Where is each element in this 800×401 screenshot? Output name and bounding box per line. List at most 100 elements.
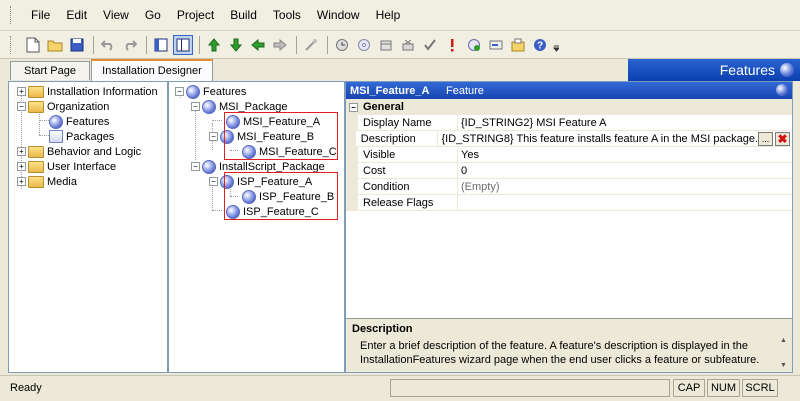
nav-label: Behavior and Logic xyxy=(47,145,142,158)
redo-icon[interactable] xyxy=(120,35,140,55)
wand-icon[interactable] xyxy=(301,35,321,55)
exclamation-icon[interactable] xyxy=(442,35,462,55)
collapse-icon[interactable]: − xyxy=(349,102,358,112)
collapse-icon[interactable]: − xyxy=(191,162,200,171)
nav-organization[interactable]: − Organization xyxy=(17,99,109,114)
nav-installation-information[interactable]: + Installation Information xyxy=(17,84,158,99)
property-value[interactable]: {ID_STRING2} MSI Feature A xyxy=(458,115,792,131)
feature-node-label: InstallScript_Package xyxy=(219,160,325,173)
expand-icon[interactable]: + xyxy=(17,162,26,171)
nav-user-interface[interactable]: + User Interface xyxy=(17,159,116,174)
nav-label: Features xyxy=(66,115,110,128)
svg-text:?: ? xyxy=(537,40,543,51)
release-icon[interactable] xyxy=(376,35,396,55)
description-text: Enter a brief description of the feature… xyxy=(360,340,760,366)
menu-go[interactable]: Go xyxy=(137,6,169,24)
expand-icon[interactable]: + xyxy=(17,177,26,186)
description-panel: Description Enter a brief description of… xyxy=(346,318,792,372)
folder-icon xyxy=(28,100,44,113)
property-value-description[interactable]: {ID_STRING8} This feature installs featu… xyxy=(438,131,792,147)
feature-node-label: MSI_Package xyxy=(219,100,288,113)
feature-globe-icon xyxy=(776,84,788,96)
property-row[interactable]: Cost 0 xyxy=(346,163,792,179)
nav-media[interactable]: + Media xyxy=(17,174,77,189)
open-icon[interactable] xyxy=(45,35,65,55)
arrow-down-icon[interactable] xyxy=(226,35,246,55)
expand-icon[interactable]: + xyxy=(17,147,26,156)
arrow-right-icon[interactable] xyxy=(270,35,290,55)
menu-file[interactable]: File xyxy=(23,6,58,24)
tab-installation-designer[interactable]: Installation Designer xyxy=(91,59,213,81)
property-value[interactable]: Yes xyxy=(458,147,792,163)
collapse-icon[interactable]: − xyxy=(17,102,26,111)
property-row[interactable]: Condition (Empty) xyxy=(346,179,792,195)
help-icon[interactable]: ? xyxy=(530,35,550,55)
menu-build[interactable]: Build xyxy=(222,6,265,24)
highlight-isp-group xyxy=(224,172,338,220)
feature-icon xyxy=(186,84,200,99)
status-pane xyxy=(390,379,670,397)
toolbar-overflow-icon[interactable] xyxy=(552,35,560,55)
toolbar-separator xyxy=(327,35,328,54)
package-icon[interactable] xyxy=(508,35,528,55)
description-scrollbar[interactable]: ▲ ▼ xyxy=(778,337,789,369)
nav-packages[interactable]: Packages xyxy=(49,129,114,144)
property-value[interactable]: (Empty) xyxy=(458,179,792,195)
view-list-pane: + Installation Information − Organizatio… xyxy=(8,81,168,373)
menu-help[interactable]: Help xyxy=(368,6,409,24)
property-value[interactable] xyxy=(458,195,792,211)
toolbar: ? xyxy=(0,31,800,59)
collapse-icon[interactable]: − xyxy=(191,102,200,111)
property-name: Visible xyxy=(358,147,458,163)
status-text: Ready xyxy=(10,382,42,394)
app-window: File Edit View Go Project Build Tools Wi… xyxy=(0,0,800,401)
arrow-left-icon[interactable] xyxy=(248,35,268,55)
feature-node-root[interactable]: − Features xyxy=(175,84,246,99)
view-right-icon[interactable] xyxy=(173,34,193,55)
collapse-icon[interactable]: − xyxy=(209,132,218,141)
clear-value-button[interactable]: ✖ xyxy=(775,131,790,146)
property-name: Display Name xyxy=(358,115,458,131)
nav-behavior-logic[interactable]: + Behavior and Logic xyxy=(17,144,141,159)
toolbar-separator xyxy=(93,35,94,54)
menu-view[interactable]: View xyxy=(95,6,137,24)
nav-features[interactable]: Features xyxy=(49,114,109,129)
property-row[interactable]: Visible Yes xyxy=(346,147,792,163)
new-icon[interactable] xyxy=(23,35,43,55)
cd-icon[interactable] xyxy=(354,35,374,55)
view-left-icon[interactable] xyxy=(151,35,171,55)
menu-window[interactable]: Window xyxy=(309,6,368,24)
property-row[interactable]: Description {ID_STRING8} This feature in… xyxy=(346,131,792,147)
tab-start-page[interactable]: Start Page xyxy=(10,61,90,80)
ellipsis-button[interactable]: ... xyxy=(758,131,773,146)
menu-edit[interactable]: Edit xyxy=(58,6,95,24)
menu-tools[interactable]: Tools xyxy=(265,6,309,24)
save-icon[interactable] xyxy=(67,35,87,55)
caps-lock-indicator: CAP xyxy=(673,379,705,397)
expand-icon[interactable]: + xyxy=(17,87,26,96)
check-icon[interactable] xyxy=(420,35,440,55)
install-icon[interactable] xyxy=(464,35,484,55)
feature-tree-pane: − Features − MSI_Package MSI_Feature_A −… xyxy=(168,81,345,373)
undo-icon[interactable] xyxy=(98,35,118,55)
scroll-up-icon[interactable]: ▲ xyxy=(780,337,787,344)
property-name: Cost xyxy=(358,163,458,179)
menu-project[interactable]: Project xyxy=(169,6,222,24)
property-row[interactable]: Display Name {ID_STRING2} MSI Feature A xyxy=(346,115,792,131)
menu-bar: File Edit View Go Project Build Tools Wi… xyxy=(0,0,800,31)
property-row[interactable]: Release Flags xyxy=(346,195,792,211)
collapse-icon[interactable]: − xyxy=(175,87,184,96)
arrow-up-icon[interactable] xyxy=(204,35,224,55)
property-group-general[interactable]: − General xyxy=(346,99,792,115)
feature-icon xyxy=(49,114,63,129)
remove-icon[interactable] xyxy=(398,35,418,55)
folder-icon xyxy=(28,160,44,173)
folder-icon xyxy=(28,85,44,98)
scroll-down-icon[interactable]: ▼ xyxy=(780,362,787,369)
insert-icon[interactable] xyxy=(486,35,506,55)
collapse-icon[interactable]: − xyxy=(209,177,218,186)
property-value[interactable]: 0 xyxy=(458,163,792,179)
build-icon[interactable] xyxy=(332,35,352,55)
folder-icon xyxy=(28,145,44,158)
nav-label: Media xyxy=(47,175,77,188)
